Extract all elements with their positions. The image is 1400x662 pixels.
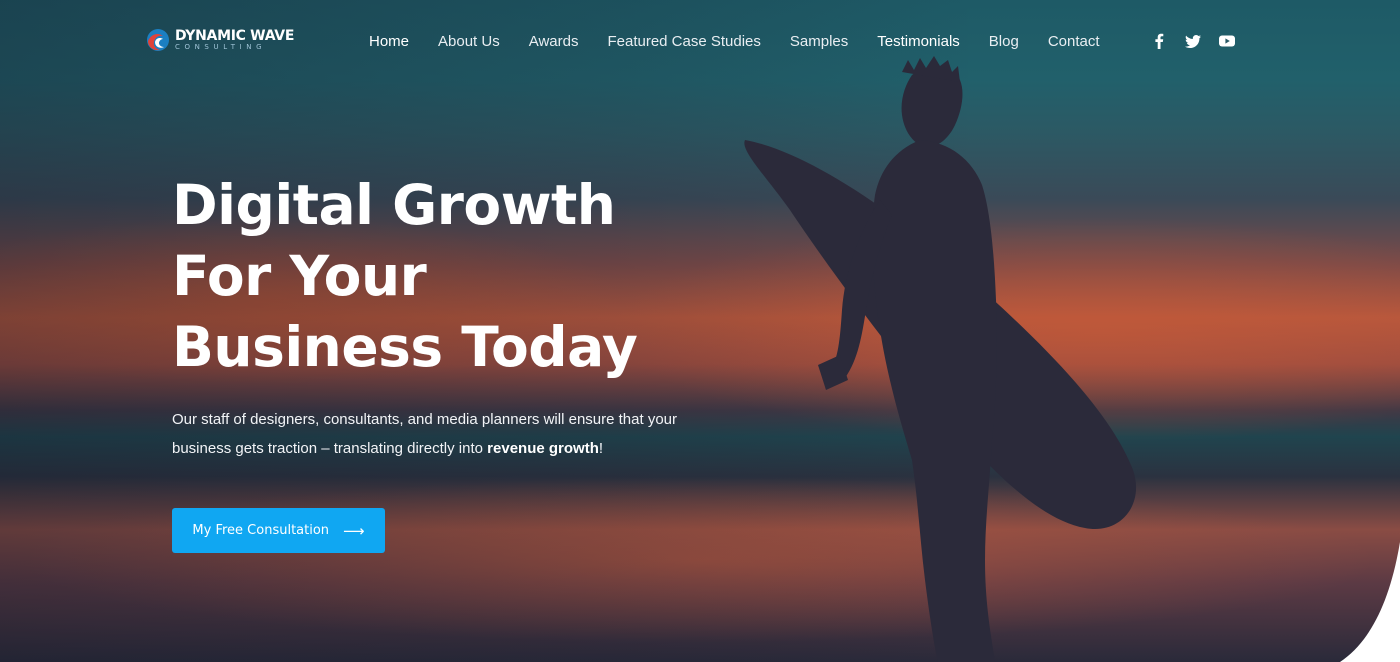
facebook-icon[interactable] xyxy=(1150,32,1168,50)
brand-name: DYNAMIC WAVE xyxy=(175,28,295,44)
lead-emphasis: revenue growth xyxy=(487,440,599,457)
hero-content: Digital Growth For Your Business Today O… xyxy=(172,170,732,553)
brand-tagline: CONSULTING xyxy=(175,43,267,51)
wave-logo-icon xyxy=(147,29,169,51)
cta-label: My Free Consultation xyxy=(192,523,330,538)
site-header: DYNAMIC WAVE CONSULTING Home About Us Aw… xyxy=(0,0,1400,84)
hero-section: DYNAMIC WAVE CONSULTING Home About Us Aw… xyxy=(0,0,1400,662)
corner-curve-decoration xyxy=(1340,542,1400,662)
hero-description: Our staff of designers, consultants, and… xyxy=(172,405,692,463)
social-links xyxy=(1150,32,1252,50)
nav-contact[interactable]: Contact xyxy=(1048,33,1100,51)
headline-line-1: Digital Growth xyxy=(172,173,616,237)
headline-line-3: Business Today xyxy=(172,315,638,379)
arrow-right-icon: ⟶ xyxy=(343,521,365,540)
lead-end: ! xyxy=(598,440,604,457)
main-navigation: Home About Us Awards Featured Case Studi… xyxy=(369,33,1129,51)
nav-home[interactable]: Home xyxy=(369,33,409,51)
hero-headline: Digital Growth For Your Business Today xyxy=(172,170,732,383)
brand-logo[interactable]: DYNAMIC WAVE CONSULTING xyxy=(146,28,294,52)
nav-samples[interactable]: Samples xyxy=(790,33,848,51)
youtube-icon[interactable] xyxy=(1218,32,1236,50)
nav-about-us[interactable]: About Us xyxy=(438,33,500,51)
nav-testimonials[interactable]: Testimonials xyxy=(877,33,960,51)
headline-line-2: For Your xyxy=(172,244,427,308)
nav-featured-case-studies[interactable]: Featured Case Studies xyxy=(607,33,760,51)
twitter-icon[interactable] xyxy=(1184,32,1202,50)
nav-awards[interactable]: Awards xyxy=(529,33,579,51)
free-consultation-button[interactable]: My Free Consultation ⟶ xyxy=(172,508,385,553)
nav-blog[interactable]: Blog xyxy=(989,33,1019,51)
